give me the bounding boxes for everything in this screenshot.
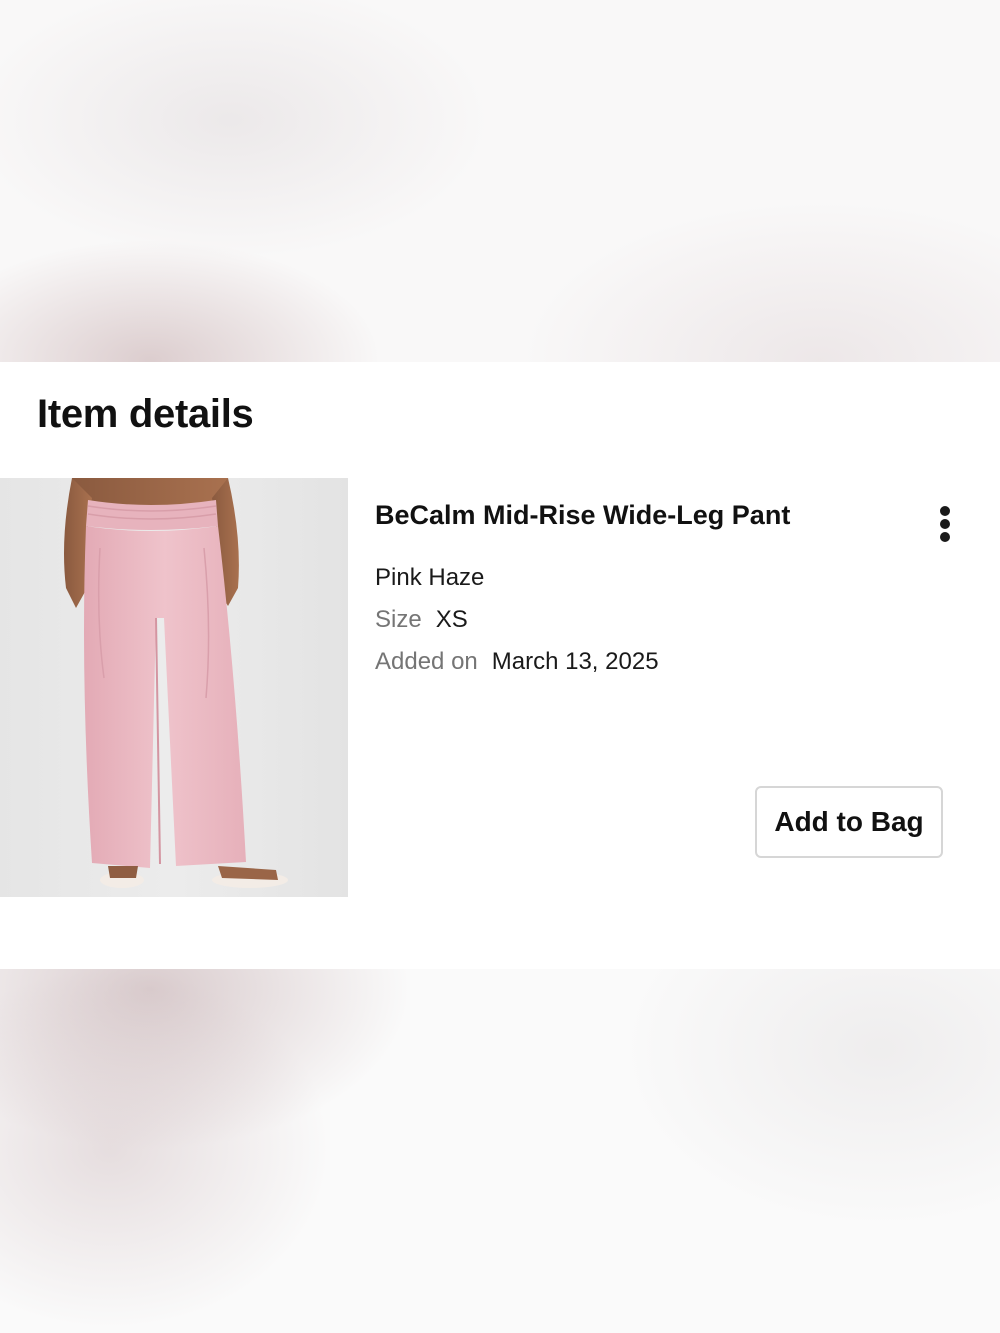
vertical-ellipsis-icon: [940, 506, 950, 516]
blurred-background-top: [0, 0, 1000, 362]
pants-illustration: [64, 478, 288, 888]
added-on-date: March 13, 2025: [491, 648, 659, 675]
add-to-bag-button[interactable]: Add to Bag: [755, 786, 943, 858]
added-on-row: Added on March 13, 2025: [375, 648, 659, 676]
blurred-background-bottom: [0, 969, 1000, 1333]
vertical-ellipsis-icon-dot-2: [940, 519, 950, 529]
added-on-label: Added on: [375, 648, 478, 675]
size-label: Size: [375, 606, 422, 633]
product-title[interactable]: BeCalm Mid-Rise Wide-Leg Pant: [375, 500, 790, 531]
product-color: Pink Haze: [375, 564, 485, 591]
size-value: XS: [435, 606, 468, 633]
section-heading: Item details: [37, 392, 254, 436]
product-image[interactable]: [0, 478, 348, 897]
page: Item details BeCalm Mid-Rise Wide-Leg Pa…: [0, 0, 1000, 1333]
vertical-ellipsis-icon-dot-3: [940, 532, 950, 542]
size-row: Size XS: [375, 606, 468, 634]
more-options-button[interactable]: [925, 500, 965, 548]
